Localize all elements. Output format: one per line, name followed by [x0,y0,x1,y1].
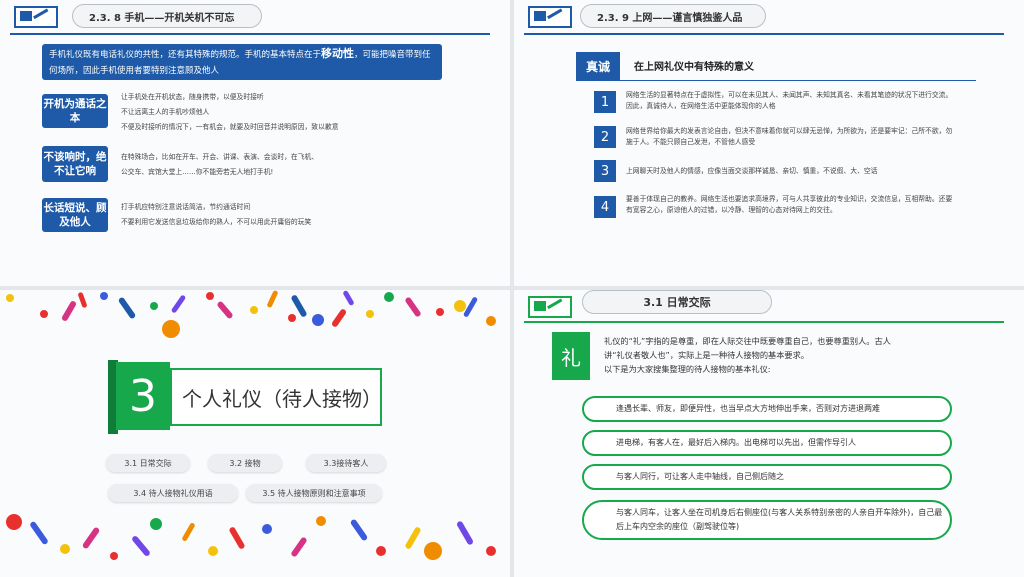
presentation-icon [14,6,58,28]
confetti-bar [77,291,88,309]
rule-handshake: 逢遇长辈、师友，即便异性，也当早点大方地伸出手来，否则对方进退两难 [582,396,952,422]
confetti-dot [6,294,14,302]
tag-silence: 不该响时，绝不让它响 [42,146,108,182]
confetti-bar [349,518,369,542]
rule-elevator: 进电梯，有客人在，最好后入梯内。出电梯可以先出，但需作导引人 [582,430,952,456]
confetti-bar [130,534,152,558]
confetti-dot [262,524,272,534]
confetti-bar [117,296,137,320]
number-badge: 1 [594,91,616,113]
intro-line: 讲“礼仪者敬人也”，实际上是一种待人接物的基本要求。 [604,350,809,360]
intro-line: 以下是为大家搜集整理的待人接物的基本礼仪: [604,364,771,374]
slide-phone-etiquette[interactable]: 2.3. 8 手机——开机关机不可忘 手机礼仪既有电话礼仪的共性，还有其特殊的规… [0,0,510,286]
point-text: 上网聊天时及他人的情感，应像当面交谈那样诚恳、亲切、慎重，不说假、大、空话 [626,167,878,175]
confetti-bar [170,294,187,314]
confetti-bar [216,300,234,320]
intro-emphasis: 移动性 [321,47,355,60]
confetti-bar [81,526,101,550]
desc-line: 打手机应特别注意说话简洁，节约通话时间 [121,203,251,211]
slide-title: 2.3. 9 上网——谨言慎独鉴人品 [580,4,766,28]
confetti-dot [150,302,158,310]
confetti-dot [316,516,326,526]
confetti-dot [250,306,258,314]
intro-text: 手机礼仪既有电话礼仪的共性，还有其特殊的规范。手机的基本特点在于 [49,50,322,60]
confetti-dot [366,310,374,318]
slide-title: 3.1 日常交际 [582,290,772,314]
toc-item-3-1[interactable]: 3.1 日常交际 [106,454,190,472]
desc-line: 不便及时接听的情况下，一有机会，就要及时回音并说明原因，致以歉意 [121,123,339,131]
point-text: 网络世界给你最大的发表言论自由，但决不意味着你就可以肆无忌惮，为所欲为，还是要牢… [626,127,953,146]
confetti-dot [312,314,324,326]
confetti-bar [404,526,422,550]
confetti-bar [330,308,348,328]
confetti-dot [436,308,444,316]
li-character-box: 礼 [552,332,590,380]
desc-line: 公交车、宾馆大堂上……你不能旁若无人地打手机! [121,168,274,176]
sincerity-subtitle: 在上网礼仪中有特殊的意义 [634,62,754,73]
confetti-dot [376,546,386,556]
toc-item-3-3[interactable]: 3.3接待客人 [306,454,386,472]
confetti-dot [150,518,162,530]
confetti-bar [404,296,422,318]
confetti-bar [60,299,78,323]
confetti-dot [162,320,180,338]
desc-line: 不让远离主人的手机吵烦他人 [121,108,210,116]
confetti-bar [266,290,279,309]
number-badge: 3 [594,160,616,182]
presentation-icon [528,296,572,318]
point-text: 要善于体现自己的教养。网络生活也要追求高境界，可与人共享彼此的专业知识，交流信息… [626,195,953,214]
tag-desc-silence: 在特殊场合，比如在开车、开会、讲课、表演、会谈时，在飞机、 公交车、宾馆大堂上…… [121,150,451,180]
intro-box: 手机礼仪既有电话礼仪的共性，还有其特殊的规范。手机的基本特点在于移动性，可能把噪… [42,44,442,80]
tag-desc-keep-on: 让手机处在开机状态，随身携带，以便及时接听 不让远离主人的手机吵烦他人 不便及时… [121,90,451,135]
confetti-bar [181,522,196,542]
tag-brief: 长话短说、顾及他人 [42,198,108,232]
intro-line: 礼仪的“礼”字指的是尊重，即在人际交往中既要尊重自己，也要尊重别人。古人 [604,336,891,346]
confetti-bar [29,520,49,546]
number-badge: 4 [594,196,616,218]
etiquette-intro: 礼仪的“礼”字指的是尊重，即在人际交往中既要尊重自己，也要尊重别人。古人 讲“礼… [604,334,964,376]
tag-desc-brief: 打手机应特别注意说话简洁，节约通话时间 不要利用它发送信息垃圾给你的熟人，不可以… [121,200,451,230]
sincerity-label: 真诚 [576,52,620,80]
desc-line: 让手机处在开机状态，随身携带，以便及时接听 [121,93,264,101]
point-text: 网络生活的显著特点在于虚拟性，可以在未见其人、未闻其声、未知其真名、未看其笔迹的… [626,91,953,110]
tag-keep-on: 开机为通话之本 [42,94,108,128]
confetti-bar [455,520,475,546]
section-number: 3 [116,362,170,430]
toc-item-3-2[interactable]: 3.2 接物 [208,454,282,472]
toc-item-3-4[interactable]: 3.4 待人接物礼仪用语 [108,484,238,502]
confetti-dot [486,316,496,326]
toc-item-3-5[interactable]: 3.5 待人接物原则和注意事项 [246,484,382,502]
confetti-dot [454,300,466,312]
slide-section-cover[interactable]: 3 个人礼仪（待人接物） 3.1 日常交际 3.2 接物 3.3接待客人 3.4… [0,290,510,577]
number-badge: 2 [594,126,616,148]
rule-car-seating: 与客人同车，让客人坐在司机身后右侧座位(与客人关系特别亲密的人亲自开车除外)，自… [582,500,952,540]
section-title: 个人礼仪（待人接物） [170,368,382,426]
confetti-dot [100,292,108,300]
confetti-bar [342,290,355,307]
slide-title: 2.3. 8 手机——开机关机不可忘 [72,4,262,28]
desc-line: 在特殊场合，比如在开车、开会、讲课、表演、会谈时，在飞机、 [121,153,319,161]
confetti-dot [424,542,442,560]
rule-walking: 与客人同行，可让客人走中轴线，自己侧后随之 [582,464,952,490]
confetti-dot [6,514,22,530]
slide-internet-etiquette[interactable]: 2.3. 9 上网——谨言慎独鉴人品 真诚 在上网礼仪中有特殊的意义 1 网络生… [514,0,1024,286]
confetti-dot [60,544,70,554]
header-divider [524,321,1004,323]
confetti-dot [208,546,218,556]
header-divider [10,33,490,35]
confetti-bar [228,526,246,550]
confetti-dot [110,552,118,560]
desc-line: 不要利用它发送信息垃圾给你的熟人，不可以用此开庸俗的玩笑 [121,218,312,226]
subtitle-underline [576,80,976,81]
confetti-dot [384,292,394,302]
header-divider [524,33,1004,35]
slide-daily-communication[interactable]: 3.1 日常交际 礼 礼仪的“礼”字指的是尊重，即在人际交往中既要尊重自己，也要… [514,290,1024,577]
presentation-icon [528,6,572,28]
confetti-dot [40,310,48,318]
confetti-dot [486,546,496,556]
confetti-dot [206,292,214,300]
confetti-dot [288,314,296,322]
confetti-bar [290,536,308,558]
